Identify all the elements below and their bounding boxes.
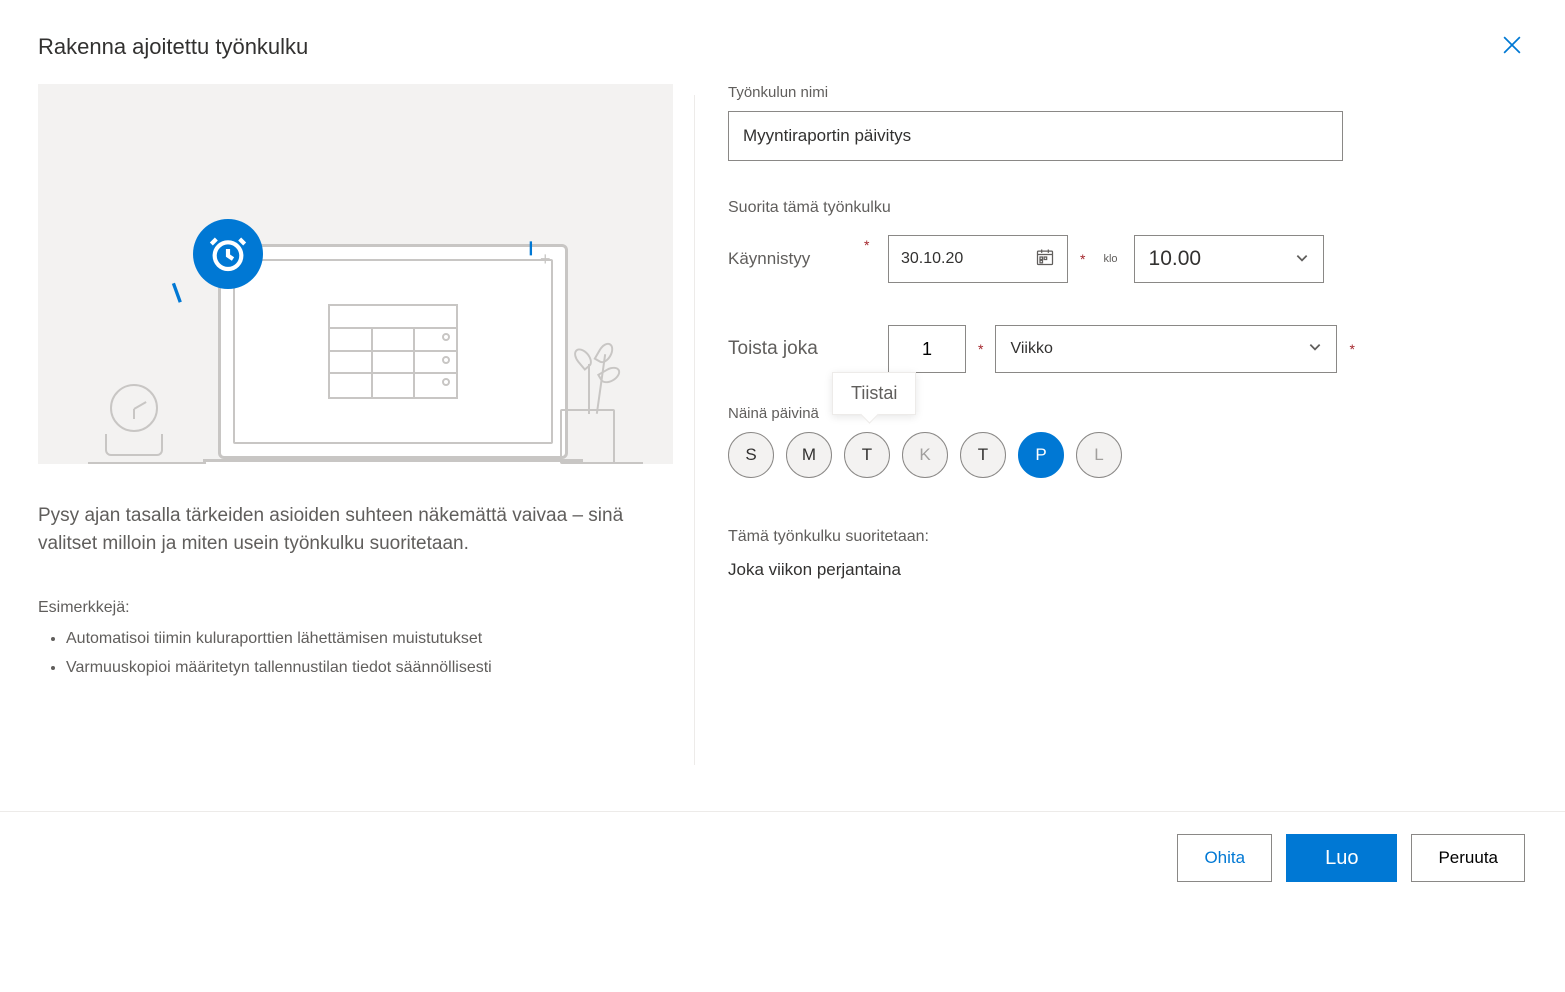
day-tuesday[interactable]: T <box>844 432 890 478</box>
day-sunday[interactable]: S <box>728 432 774 478</box>
illustration: ❙ ❙ + <box>38 84 673 464</box>
start-label: Käynnistyy <box>728 249 878 269</box>
footer-divider <box>0 811 1565 812</box>
required-indicator: * <box>1080 251 1085 267</box>
alarm-clock-icon <box>193 219 263 289</box>
run-section-label: Suorita tämä työnkulku <box>728 199 1525 217</box>
day-monday[interactable]: M <box>786 432 832 478</box>
days-selector: Tiistai S M T K T P L <box>728 432 1525 478</box>
day-tooltip: Tiistai <box>832 372 916 415</box>
at-label: klo <box>1103 253 1117 265</box>
example-item: Automatisoi tiimin kuluraporttien lähett… <box>66 625 673 654</box>
summary-label: Tämä työnkulku suoritetaan: <box>728 528 1525 546</box>
start-date-value: 30.10.20 <box>901 250 963 268</box>
required-indicator: * <box>1349 341 1354 357</box>
start-time-select[interactable]: 10.00 <box>1134 235 1324 283</box>
description-text: Pysy ajan tasalla tärkeiden asioiden suh… <box>38 502 673 557</box>
day-thursday[interactable]: T <box>960 432 1006 478</box>
start-date-picker[interactable]: 30.10.20 <box>888 235 1068 283</box>
start-time-value: 10.00 <box>1149 247 1202 271</box>
flow-name-input[interactable] <box>728 111 1343 161</box>
day-wednesday[interactable]: K <box>902 432 948 478</box>
create-button[interactable]: Luo <box>1286 834 1397 882</box>
chevron-down-icon <box>1308 340 1322 359</box>
examples-list: Automatisoi tiimin kuluraporttien lähett… <box>38 625 673 683</box>
examples-label: Esimerkkejä: <box>38 599 673 617</box>
repeat-unit-select[interactable]: Viikko <box>995 325 1337 373</box>
summary-text: Joka viikon perjantaina <box>728 560 1525 580</box>
clock-icon <box>110 384 165 464</box>
skip-button[interactable]: Ohita <box>1177 834 1272 882</box>
example-item: Varmuuskopioi määritetyn tallennustilan … <box>66 654 673 683</box>
day-saturday[interactable]: L <box>1076 432 1122 478</box>
repeat-label: Toista joka <box>728 338 878 360</box>
dialog-title: Rakenna ajoitettu työnkulku <box>38 34 308 60</box>
vertical-divider <box>694 95 695 765</box>
plant-icon <box>548 354 628 464</box>
close-icon <box>1503 34 1521 59</box>
close-button[interactable] <box>1499 30 1525 64</box>
cancel-button[interactable]: Peruuta <box>1411 834 1525 882</box>
flow-name-label: Työnkulun nimi <box>728 84 1525 101</box>
day-friday[interactable]: P <box>1018 432 1064 478</box>
repeat-unit-value: Viikko <box>1010 340 1052 358</box>
chevron-down-icon <box>1295 247 1309 271</box>
repeat-count-input[interactable] <box>888 325 966 373</box>
required-indicator: * <box>978 341 983 357</box>
calendar-icon <box>1035 247 1055 272</box>
laptop-icon <box>218 244 568 464</box>
